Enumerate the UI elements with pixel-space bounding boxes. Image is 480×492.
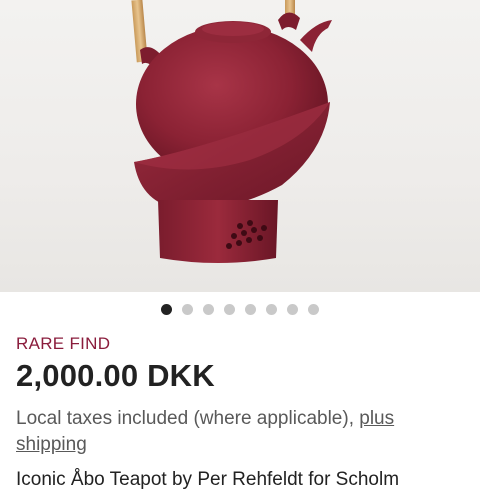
listing-title[interactable]: Iconic Åbo Teapot by Per Rehfeldt for Sc… <box>16 468 480 492</box>
product-image[interactable] <box>0 0 480 292</box>
image-carousel-indicators <box>0 304 480 315</box>
carousel-dot[interactable] <box>287 304 298 315</box>
teapot-illustration <box>131 0 332 263</box>
carousel-dot[interactable] <box>182 304 193 315</box>
carousel-dot[interactable] <box>245 304 256 315</box>
carousel-dot[interactable] <box>224 304 235 315</box>
tax-note: Local taxes included (where applicable),… <box>16 406 466 458</box>
carousel-dot[interactable] <box>161 304 172 315</box>
carousel-dot[interactable] <box>266 304 277 315</box>
tax-note-text: Local taxes included (where applicable), <box>16 408 354 429</box>
price: 2,000.00 DKK <box>16 358 215 393</box>
carousel-dot[interactable] <box>203 304 214 315</box>
rare-find-badge: RARE FIND <box>16 334 111 353</box>
carousel-dot[interactable] <box>308 304 319 315</box>
